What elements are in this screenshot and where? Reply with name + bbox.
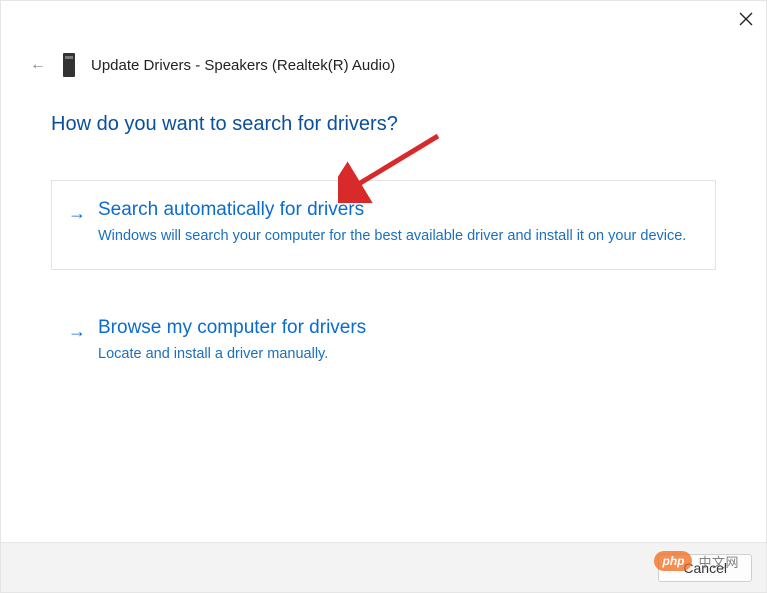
close-icon[interactable] bbox=[738, 11, 754, 27]
option-description: Windows will search your computer for th… bbox=[98, 227, 699, 247]
option-title: Browse my computer for drivers bbox=[98, 317, 699, 339]
dialog-footer: Cancel bbox=[1, 542, 766, 592]
dialog-header: ← Update Drivers - Speakers (Realtek(R) … bbox=[1, 37, 766, 85]
option-description: Locate and install a driver manually. bbox=[98, 345, 699, 365]
cancel-button[interactable]: Cancel bbox=[658, 554, 752, 582]
arrow-right-icon: → bbox=[68, 319, 86, 343]
option-content: Search automatically for drivers Windows… bbox=[98, 199, 699, 247]
option-browse-computer[interactable]: → Browse my computer for drivers Locate … bbox=[51, 298, 716, 388]
speaker-device-icon bbox=[63, 53, 75, 77]
back-arrow-icon[interactable]: ← bbox=[29, 56, 47, 74]
arrow-right-icon: → bbox=[68, 201, 86, 225]
dialog-title: Update Drivers - Speakers (Realtek(R) Au… bbox=[91, 57, 395, 74]
dialog-content: How do you want to search for drivers? →… bbox=[1, 85, 766, 542]
question-heading: How do you want to search for drivers? bbox=[51, 113, 716, 136]
option-title: Search automatically for drivers bbox=[98, 199, 699, 221]
update-drivers-dialog: ← Update Drivers - Speakers (Realtek(R) … bbox=[0, 0, 767, 593]
titlebar bbox=[1, 1, 766, 37]
option-content: Browse my computer for drivers Locate an… bbox=[98, 317, 699, 365]
option-search-automatically[interactable]: → Search automatically for drivers Windo… bbox=[51, 180, 716, 270]
